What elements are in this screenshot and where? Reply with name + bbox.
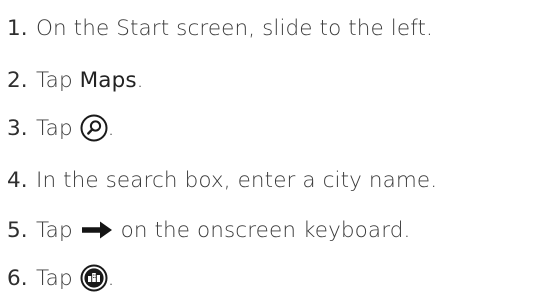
step-number: 3. <box>7 115 28 141</box>
step-3: 3. Tap . <box>0 108 115 148</box>
city-buildings-circle-icon <box>80 264 108 292</box>
step-number: 6. <box>7 265 28 291</box>
step-6: 6. Tap . <box>0 258 115 298</box>
step-text: Tap on the onscreen keyboard. <box>36 218 410 243</box>
step-text-after: . <box>107 265 115 291</box>
step-text-before: Tap <box>36 217 80 243</box>
step-number: 4. <box>7 167 28 193</box>
step-text-after: . <box>136 67 144 93</box>
instruction-steps: 1. On the Start screen, slide to the lef… <box>0 0 535 301</box>
step-text: Tap . <box>36 114 115 142</box>
maps-label: Maps <box>79 67 137 93</box>
step-2: 2. Tap Maps. <box>0 60 144 100</box>
step-text-after: on the onscreen keyboard. <box>113 217 411 243</box>
step-text: Tap . <box>36 264 115 292</box>
step-text: On the Start screen, slide to the left. <box>36 15 433 41</box>
search-circle-icon <box>80 114 108 142</box>
step-text: Tap Maps. <box>36 68 144 93</box>
right-arrow-icon <box>81 221 112 239</box>
step-number: 2. <box>7 67 28 93</box>
step-text: In the search box, enter a city name. <box>36 167 438 193</box>
step-text-before: Tap <box>36 115 80 141</box>
step-text-after: . <box>107 115 115 141</box>
step-4: 4. In the search box, enter a city name. <box>0 160 437 200</box>
step-text-before: Tap <box>36 67 80 93</box>
step-5: 5. Tap on the onscreen keyboard. <box>0 210 410 250</box>
step-number: 1. <box>7 15 28 41</box>
step-1: 1. On the Start screen, slide to the lef… <box>0 8 433 48</box>
step-number: 5. <box>7 217 28 243</box>
step-text-before: Tap <box>36 265 80 291</box>
